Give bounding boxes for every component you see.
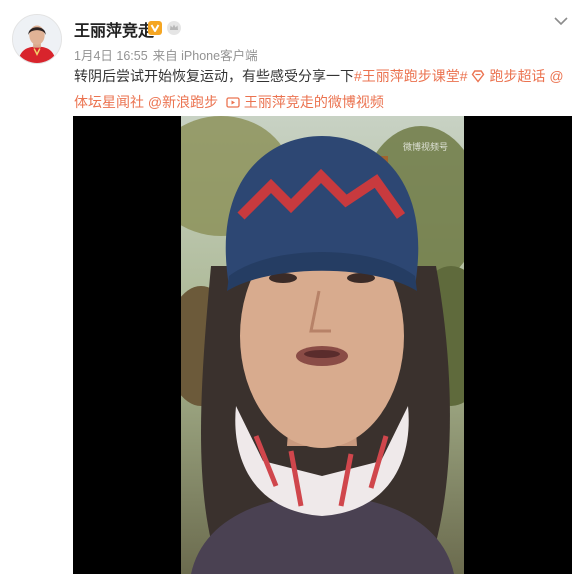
- mention-link[interactable]: @新浪跑步: [148, 94, 218, 110]
- post-source: 来自 iPhone客户端: [152, 49, 258, 63]
- chevron-down-icon[interactable]: [553, 14, 569, 26]
- super-topic-icon: [471, 66, 485, 90]
- post-text-lead: 转阴后尝试开始恢复运动，有些感受分享一下: [74, 68, 354, 84]
- member-crown-icon: [166, 20, 182, 36]
- video-link-label: 王丽萍竞走的微博视频: [243, 94, 384, 110]
- user-name[interactable]: 王丽萍竞走: [74, 17, 154, 41]
- video-icon: [226, 92, 240, 116]
- post-date[interactable]: 1月4日 16:55: [74, 49, 148, 63]
- verified-badge-icon: [147, 20, 163, 36]
- avatar[interactable]: [12, 14, 62, 64]
- hashtag-link[interactable]: #王丽萍跑步课堂#: [354, 68, 468, 84]
- weibo-post-card: 王丽萍竞走 1月4日 16:55 来自 iPhone客户端 转阴后尝试开始恢复运动…: [0, 0, 581, 574]
- video-player[interactable]: 微博视频号: [73, 116, 572, 574]
- video-watermark: 微博视频号: [402, 143, 448, 153]
- super-topic-label: 跑步超话: [489, 68, 546, 84]
- post-meta: 1月4日 16:55 来自 iPhone客户端: [74, 45, 263, 64]
- post-text: 转阴后尝试开始恢复运动，有些感受分享一下#王丽萍跑步课堂# 跑步超话 @体坛星闻…: [74, 64, 574, 116]
- super-topic-link[interactable]: 跑步超话: [471, 68, 545, 84]
- video-frame: 微博视频号: [181, 116, 464, 574]
- video-link[interactable]: 王丽萍竞走的微博视频: [226, 94, 384, 110]
